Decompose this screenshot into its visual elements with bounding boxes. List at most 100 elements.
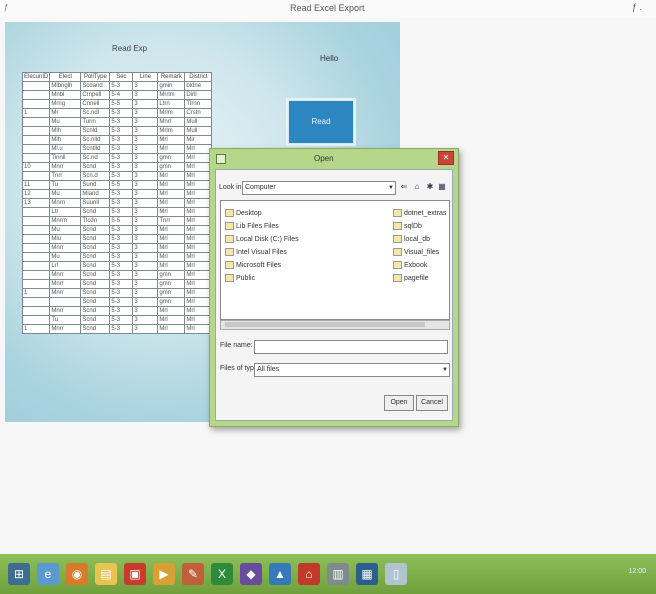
ie-icon[interactable]: e bbox=[37, 563, 59, 585]
look-in-select[interactable]: Computer ▼ bbox=[242, 181, 396, 195]
grid-cell[interactable]: Tu bbox=[49, 315, 82, 325]
grid-cell[interactable] bbox=[21, 207, 51, 217]
grid-cell[interactable]: Mnrr bbox=[49, 243, 82, 253]
list-item[interactable]: dotnet_extras bbox=[393, 207, 446, 220]
grid-cell[interactable]: gmn bbox=[157, 279, 186, 289]
grid-cell[interactable] bbox=[21, 306, 51, 316]
grid-cell[interactable]: Mrl bbox=[184, 198, 213, 208]
horizontal-scrollbar[interactable] bbox=[220, 320, 450, 330]
grid-cell[interactable]: gmn bbox=[157, 162, 186, 172]
grid-cell[interactable]: Scnd bbox=[80, 252, 111, 262]
window-icon[interactable]: ▦ bbox=[356, 563, 378, 585]
grid-cell[interactable]: Mnrr bbox=[49, 279, 82, 289]
grid-cell[interactable]: Sc.nlld bbox=[80, 135, 111, 145]
pdf-icon[interactable]: ▣ bbox=[124, 563, 146, 585]
grid-cell[interactable]: 1 bbox=[21, 324, 51, 334]
grid-cell[interactable] bbox=[49, 297, 82, 307]
grid-cell[interactable]: bldne bbox=[184, 81, 213, 91]
grid-cell[interactable]: Scdand bbox=[80, 81, 111, 91]
table-row[interactable]: Mlh Sc.nlld 5-3 3 Mrl Mir bbox=[21, 135, 213, 145]
grid-cell[interactable]: Mrl bbox=[157, 324, 186, 334]
grid-cell[interactable]: Mrlm bbox=[157, 126, 186, 136]
grid-cell[interactable]: Mrl bbox=[184, 207, 213, 217]
grid-cell[interactable]: 3 bbox=[132, 288, 159, 298]
grid-cell[interactable] bbox=[21, 261, 51, 271]
table-row[interactable]: Mnrr Scnd 5-3 3 Mrl Mrl bbox=[21, 243, 213, 253]
grid-cell[interactable]: Scnd bbox=[80, 234, 111, 244]
table-row[interactable]: 10 Mnrr Scnd 5-3 3 gmn Mrl bbox=[21, 162, 213, 172]
grid-cell[interactable]: Mrl bbox=[184, 306, 213, 316]
grid-cell[interactable]: 3 bbox=[132, 180, 159, 190]
grid-cell[interactable]: Mrl bbox=[184, 297, 213, 307]
grid-cell[interactable]: Mnrr bbox=[49, 270, 82, 280]
close-icon[interactable]: ✕ bbox=[438, 151, 454, 165]
system-clock[interactable]: 12:00 bbox=[628, 568, 646, 575]
grid-cell[interactable]: 3 bbox=[132, 81, 159, 91]
table-row[interactable]: Mlu Scnd 5-3 3 Mrl Mrl bbox=[21, 234, 213, 244]
table-row[interactable]: Lrl Scnd 5-3 3 Mrl Mrl bbox=[21, 261, 213, 271]
grid-cell[interactable]: Mlh bbox=[49, 135, 82, 145]
grid-cell[interactable]: Ml.u bbox=[49, 144, 82, 154]
table-row[interactable]: 1 Mr Sc.ndl 5-3 3 Mrlm Crstn bbox=[21, 108, 213, 118]
table-row[interactable]: Mnrr Scnd 5-3 3 Mrl Mrl bbox=[21, 306, 213, 316]
grid-cell[interactable]: Mrl bbox=[184, 144, 213, 154]
grid-cell[interactable]: Mrl bbox=[184, 324, 213, 334]
grid-cell[interactable]: 3 bbox=[132, 126, 159, 136]
grid-cell[interactable]: Ltrn bbox=[157, 99, 186, 109]
grid-cell[interactable]: Dirll bbox=[184, 90, 213, 100]
grid-cell[interactable] bbox=[21, 153, 51, 163]
open-button[interactable]: Open bbox=[384, 395, 414, 411]
grid-cell[interactable] bbox=[21, 243, 51, 253]
grid-cell[interactable]: 3 bbox=[132, 135, 159, 145]
table-row[interactable]: 1 Mnrr Scnd 5-3 3 Mrl Mrl bbox=[21, 324, 213, 334]
grid-cell[interactable]: Scnd bbox=[80, 261, 111, 271]
grid-cell[interactable]: 5-3 bbox=[109, 297, 134, 307]
grid-cell[interactable]: Mnrr bbox=[49, 288, 82, 298]
list-item[interactable]: Public bbox=[225, 272, 299, 285]
grid-cell[interactable]: 5-3 bbox=[109, 288, 134, 298]
grid-cell[interactable]: Mu bbox=[49, 189, 82, 199]
list-item[interactable]: sqlDb bbox=[393, 220, 446, 233]
grid-column-header[interactable]: ElecunID bbox=[21, 72, 51, 82]
grid-cell[interactable]: Mrl bbox=[157, 315, 186, 325]
grid-cell[interactable]: Mrl bbox=[157, 144, 186, 154]
grid-cell[interactable]: Mrl bbox=[157, 252, 186, 262]
grid-cell[interactable]: Scnld bbox=[80, 126, 111, 136]
grid-cell[interactable]: 5-3 bbox=[109, 198, 134, 208]
grid-column-header[interactable]: Elect bbox=[49, 72, 82, 82]
grid-cell[interactable]: 3 bbox=[132, 297, 159, 307]
table-row[interactable]: Ltr Scnd 5-3 3 Mrl Mrl bbox=[21, 207, 213, 217]
new-folder-icon[interactable]: ✱ bbox=[424, 180, 436, 193]
grid-cell[interactable]: Mrl bbox=[184, 216, 213, 226]
grid-cell[interactable]: 3 bbox=[132, 216, 159, 226]
grid-cell[interactable]: Scnd bbox=[80, 297, 111, 307]
grid-cell[interactable]: Sc.nd bbox=[80, 153, 111, 163]
grid-cell[interactable]: 3 bbox=[132, 108, 159, 118]
grid-cell[interactable]: Suunll bbox=[80, 198, 111, 208]
grid-cell[interactable]: Mrl bbox=[184, 279, 213, 289]
grid-cell[interactable]: Mrl bbox=[157, 207, 186, 217]
paint-icon[interactable]: ✎ bbox=[182, 563, 204, 585]
firefox-icon[interactable]: ◉ bbox=[66, 563, 88, 585]
grid-cell[interactable]: 3 bbox=[132, 207, 159, 217]
grid-cell[interactable]: 5-3 bbox=[109, 144, 134, 154]
grid-cell[interactable]: Mlh bbox=[49, 126, 82, 136]
grid-cell[interactable]: gmn bbox=[157, 270, 186, 280]
grid-cell[interactable]: Tu bbox=[49, 180, 82, 190]
grid-cell[interactable]: Mull bbox=[184, 126, 213, 136]
grid-cell[interactable]: 5-3 bbox=[109, 171, 134, 181]
grid-cell[interactable] bbox=[21, 117, 51, 127]
grid-cell[interactable]: 5-3 bbox=[109, 207, 134, 217]
list-item[interactable]: Exbook bbox=[393, 259, 446, 272]
grid-cell[interactable]: Tinnll bbox=[49, 153, 82, 163]
grid-cell[interactable]: Mu bbox=[49, 117, 82, 127]
grid-cell[interactable]: 1 bbox=[21, 108, 51, 118]
grid-cell[interactable]: 11 bbox=[21, 180, 51, 190]
grid-cell[interactable]: Ltr bbox=[49, 207, 82, 217]
grid-cell[interactable] bbox=[21, 225, 51, 235]
grid-cell[interactable]: 5-3 bbox=[109, 126, 134, 136]
grid-cell[interactable] bbox=[21, 234, 51, 244]
grid-cell[interactable]: 5-3 bbox=[109, 135, 134, 145]
grid-cell[interactable] bbox=[21, 216, 51, 226]
list-item[interactable]: pagefile bbox=[393, 272, 446, 285]
